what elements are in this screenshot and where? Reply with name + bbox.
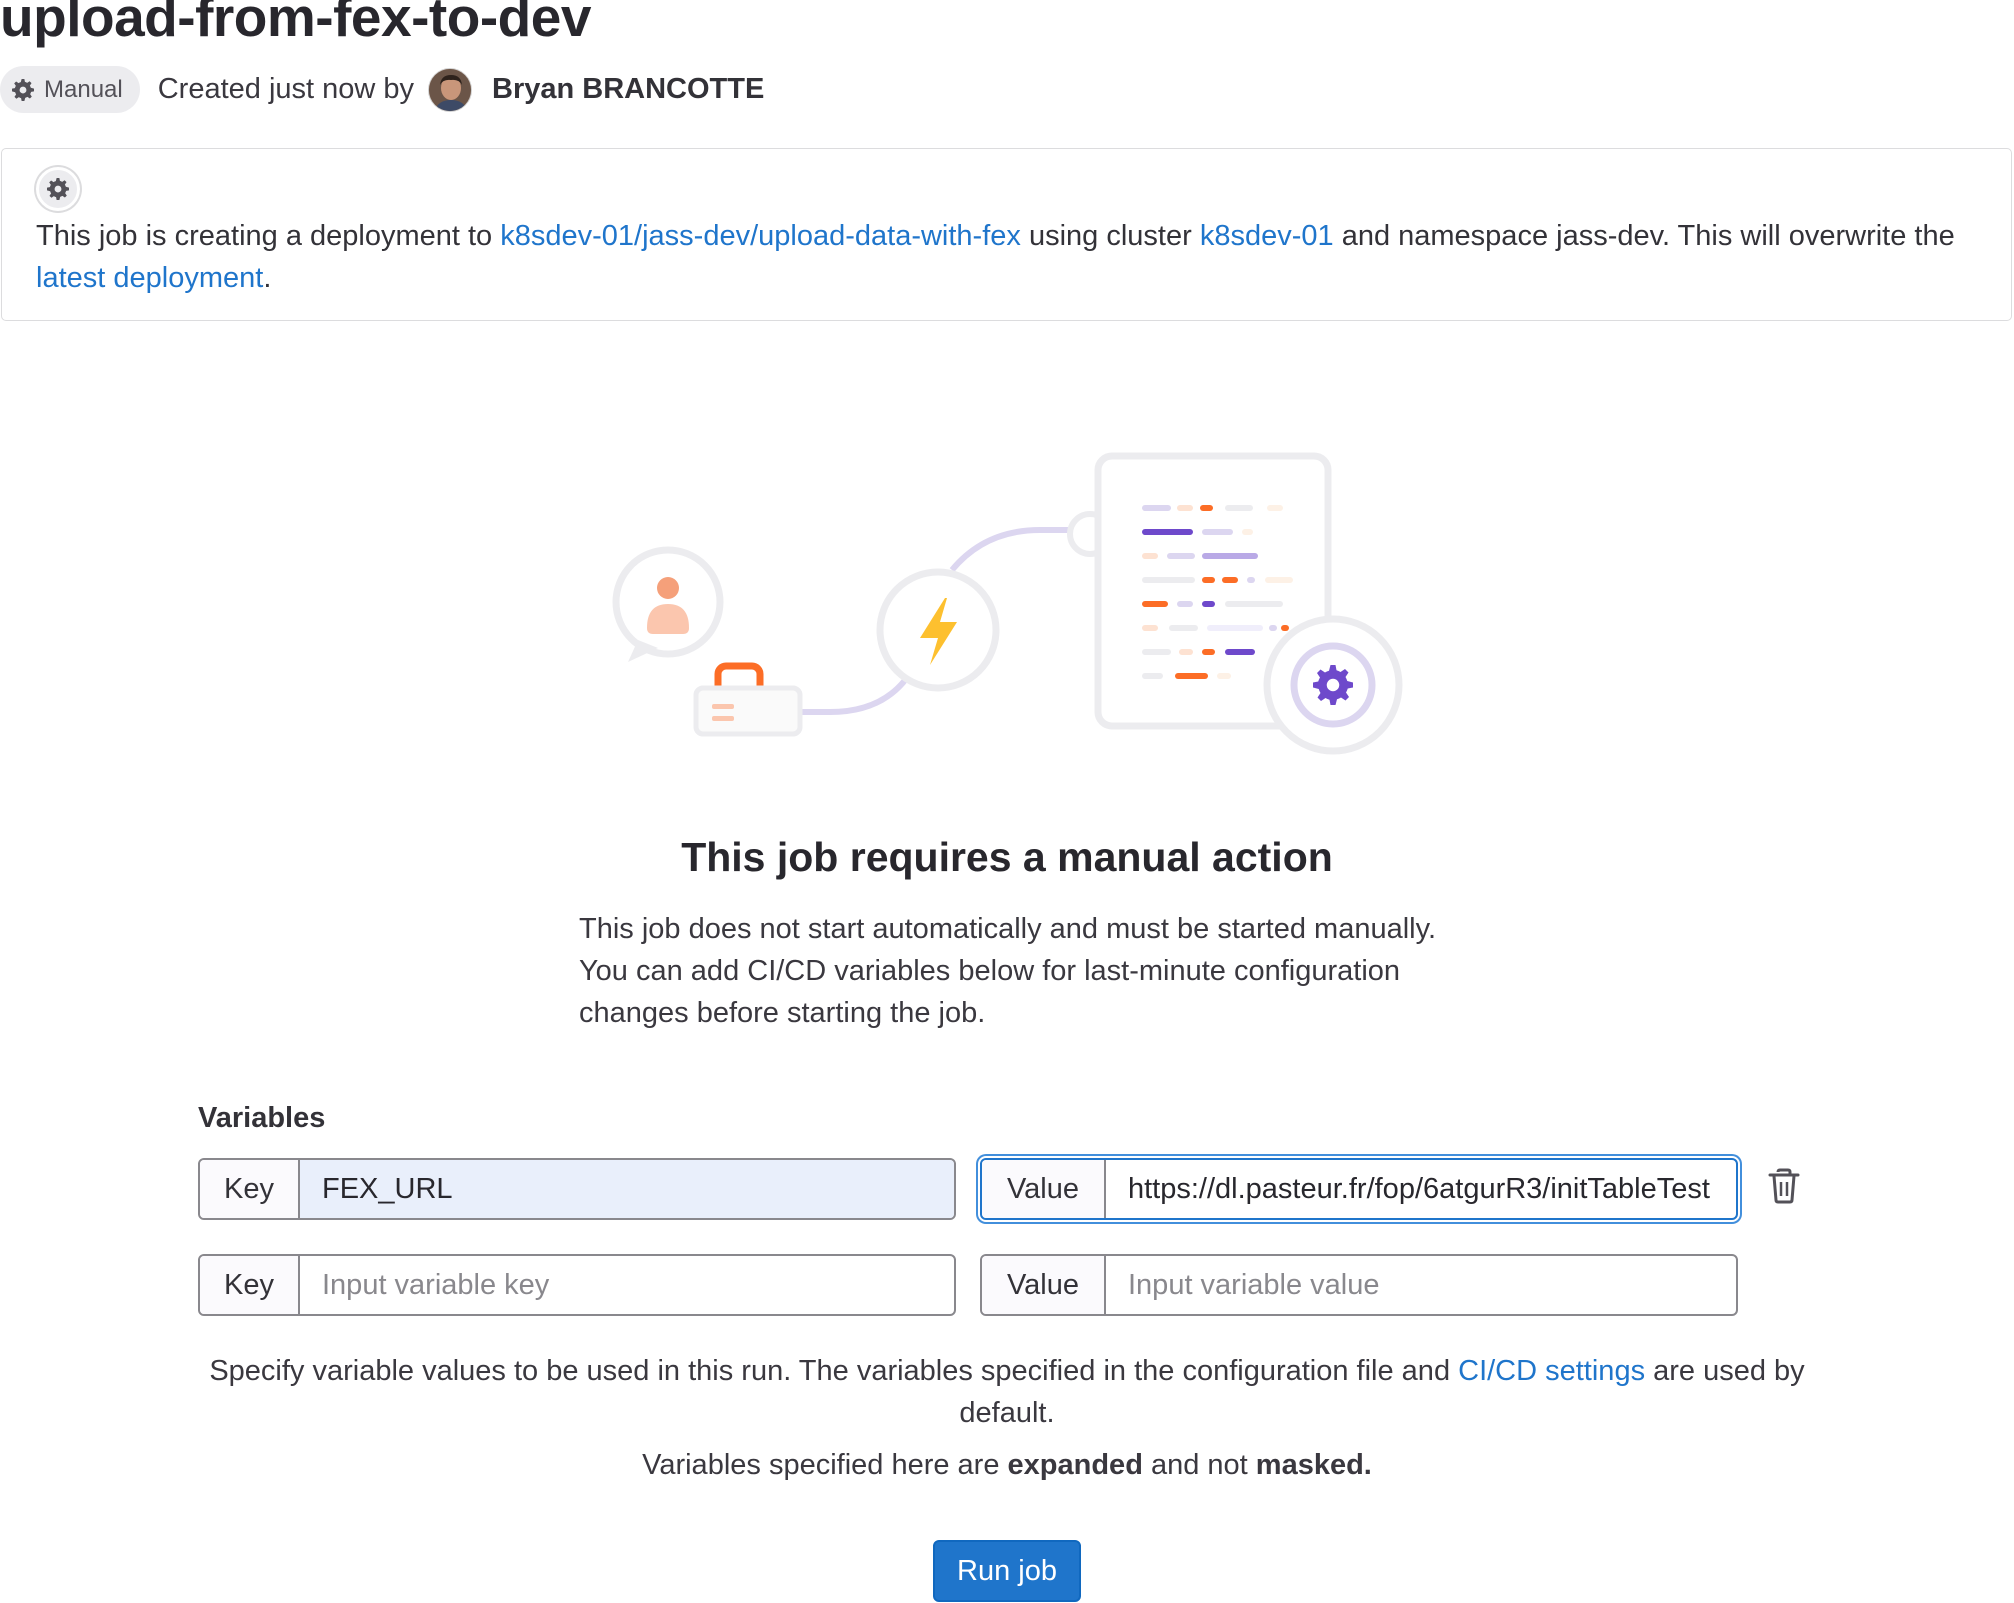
value-label: Value xyxy=(982,1256,1106,1314)
author-name[interactable]: Bryan BRANCOTTE xyxy=(492,73,764,106)
note-text-part: and not xyxy=(1142,1449,1256,1481)
empty-state-description: This job does not start automatically an… xyxy=(579,913,1437,1029)
variables-expansion-note: Variables specified here are expanded an… xyxy=(0,1449,2014,1482)
note-text-part: Variables specified here are xyxy=(642,1449,1008,1481)
status-badge[interactable]: Manual xyxy=(0,66,140,113)
deployment-notice: This job is creating a deployment to k8s… xyxy=(1,148,2012,321)
variable-key-input[interactable] xyxy=(300,1160,954,1218)
deployment-status-icon xyxy=(36,167,80,211)
note-bold-part: masked. xyxy=(1255,1449,1372,1481)
variable-value-input[interactable] xyxy=(1106,1256,1736,1314)
ci-cd-settings-link[interactable]: CI/CD settings xyxy=(1458,1355,1645,1387)
variable-value-group: Value xyxy=(980,1254,1738,1316)
deployment-notice-text: This job is creating a deployment to k8s… xyxy=(36,215,1966,299)
empty-state-title: This job requires a manual action xyxy=(681,834,1333,880)
gear-icon xyxy=(12,78,34,101)
created-text: Created just now by xyxy=(157,73,415,105)
notice-text-part: . xyxy=(263,262,272,294)
notice-text-part: This job is creating a deployment to xyxy=(36,220,501,252)
key-label: Key xyxy=(200,1256,300,1314)
variable-value-group: Value https://dl.pasteur.fr/fop/6atgurR3… xyxy=(980,1158,1738,1220)
variables-label: Variables xyxy=(198,1102,326,1134)
run-job-button[interactable]: Run job xyxy=(933,1540,1081,1602)
variables-help-text: Specify variable values to be used in th… xyxy=(198,1350,1816,1434)
avatar[interactable] xyxy=(428,67,473,112)
variable-key-group: Key xyxy=(198,1254,956,1316)
gear-icon xyxy=(47,178,69,200)
note-bold-part: expanded xyxy=(1007,1449,1143,1481)
value-label: Value xyxy=(982,1160,1106,1218)
cluster-link[interactable]: k8sdev-01 xyxy=(1200,220,1334,252)
environment-link[interactable]: k8sdev-01/jass-dev/upload-data-with-fex xyxy=(500,220,1021,252)
notice-text-part: and namespace jass-dev. This will overwr… xyxy=(1333,220,1955,252)
status-badge-label: Manual xyxy=(44,75,123,103)
trash-icon[interactable] xyxy=(1768,1168,1800,1204)
manual-action-illustration xyxy=(612,452,1403,755)
key-label: Key xyxy=(200,1160,300,1218)
variable-value-input[interactable]: https://dl.pasteur.fr/fop/6atgurR3/initT… xyxy=(1106,1160,1736,1218)
help-text-part: Specify variable values to be used in th… xyxy=(209,1355,1459,1387)
variable-key-group: Key xyxy=(198,1158,956,1220)
latest-deployment-link[interactable]: latest deployment xyxy=(36,262,263,294)
notice-text-part: using cluster xyxy=(1020,220,1200,252)
variable-key-input[interactable] xyxy=(300,1256,954,1314)
job-meta: Manual Created just now by Bryan BRANCOT… xyxy=(0,66,764,113)
job-title: upload-from-fex-to-dev xyxy=(0,0,591,48)
